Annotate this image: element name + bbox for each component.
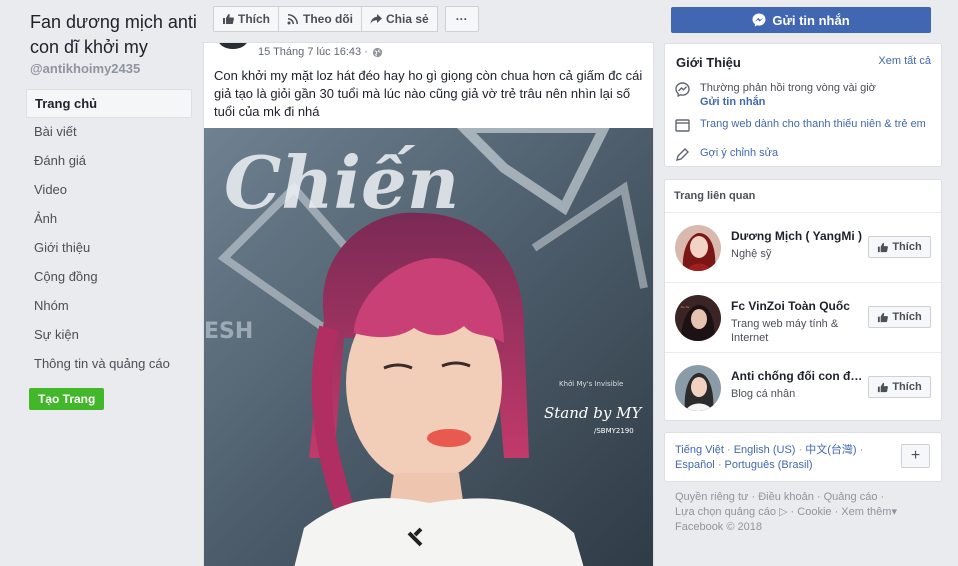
footer-link[interactable]: Cookie	[797, 506, 831, 518]
related-page-item: Anti chống đối con điên Blog cá nhân Thí…	[665, 352, 941, 422]
related-like-button[interactable]: Thích	[868, 236, 931, 258]
related-like-label: Thích	[892, 311, 922, 323]
suggest-edit-row: Gợi ý chỉnh sửa	[675, 147, 778, 162]
photo-sign-text: Chiến	[224, 140, 459, 225]
post-time-text: 15 Tháng 7 lúc 16:43 ·	[258, 46, 368, 58]
page-nav: Trang chủ Bài viết Đánh giá Video Ảnh Gi…	[26, 89, 192, 379]
footer-link[interactable]: Xem thêm	[841, 506, 891, 518]
nav-item-community[interactable]: Cộng đồng	[26, 263, 192, 292]
related-like-button[interactable]: Thích	[868, 376, 931, 398]
related-page-name[interactable]: Dương Mịch ( YangMi )	[731, 229, 863, 243]
ad-choices-icon: ▷	[779, 506, 788, 518]
related-pages-title: Trang liên quan	[674, 190, 756, 202]
nav-item-photos[interactable]: Ảnh	[26, 205, 192, 234]
thumbs-up-icon	[878, 382, 889, 392]
nav-item-groups[interactable]: Nhóm	[26, 292, 192, 321]
related-page-item: Dương Mịch ( YangMi ) Nghệ sỹ Thích	[665, 212, 941, 282]
nav-item-posts[interactable]: Bài viết	[26, 118, 192, 147]
watermark-small-text: Khởi My's Invisible	[559, 380, 623, 388]
response-time-text: Thường phản hồi trong vòng vài giờ	[700, 82, 876, 94]
related-page-avatar[interactable]	[675, 225, 721, 271]
pencil-icon	[676, 148, 689, 161]
about-title: Giới Thiệu	[676, 55, 741, 70]
footer-link[interactable]: Quyền riêng tư	[675, 491, 748, 503]
watermark-handle-text: /SBMY2190	[594, 427, 634, 435]
related-pages-card: Trang liên quan Dương Mịch ( YangMi ) Ng…	[664, 179, 942, 421]
footer-link[interactable]: Điều khoản	[758, 491, 814, 503]
follow-label: Theo dõi	[303, 12, 353, 26]
post-avatar[interactable]	[218, 43, 248, 49]
category-row: Trang web dành cho thanh thiếu niên & tr…	[675, 118, 926, 133]
photo-side-text: ESH	[204, 319, 253, 344]
page-category-link[interactable]: Trang web dành cho thanh thiếu niên & tr…	[700, 118, 926, 133]
nav-item-home[interactable]: Trang chủ	[26, 89, 192, 118]
create-page-button[interactable]: Tạo Trang	[29, 388, 105, 410]
post-text: Con khởi my mặt loz hát đéo hay ho gì gi…	[214, 68, 643, 119]
nav-item-reviews[interactable]: Đánh giá	[26, 147, 192, 176]
about-send-message-link[interactable]: Gửi tin nhắn	[700, 96, 876, 108]
language-card: Tiếng Việt · English (US) · 中文(台灣) · Esp…	[664, 432, 942, 482]
rss-icon	[287, 14, 298, 25]
language-link[interactable]: Português (Brasil)	[725, 459, 813, 471]
related-page-category: Blog cá nhân	[731, 388, 796, 400]
related-page-name[interactable]: Anti chống đối con điên	[731, 369, 863, 383]
related-page-category: Trang web máy tính & Internet	[731, 318, 839, 344]
see-all-link[interactable]: Xem tất cả	[878, 55, 931, 67]
nav-item-events[interactable]: Sự kiện	[26, 321, 192, 350]
globe-icon	[372, 47, 382, 57]
nav-item-videos[interactable]: Video	[26, 176, 192, 205]
related-like-button[interactable]: Thích	[868, 306, 931, 328]
language-link[interactable]: Tiếng Việt	[675, 444, 724, 456]
svg-text:~~: ~~	[680, 304, 690, 311]
language-link[interactable]: Español	[675, 459, 715, 471]
nav-item-about[interactable]: Giới thiệu	[26, 234, 192, 263]
like-page-button[interactable]: Thích	[213, 6, 279, 32]
browser-window-icon	[675, 119, 690, 132]
related-like-label: Thích	[892, 381, 922, 393]
like-page-label: Thích	[238, 12, 270, 26]
messenger-icon	[752, 13, 766, 27]
share-button[interactable]: Chia sẻ	[361, 6, 438, 32]
footer-link[interactable]: Quảng cáo	[824, 491, 878, 503]
about-card: Giới Thiệu Xem tất cả Thường phản hồi tr…	[664, 43, 942, 167]
share-arrow-icon	[370, 14, 382, 24]
messenger-outline-icon	[675, 82, 690, 97]
add-language-button[interactable]: +	[901, 444, 930, 468]
language-link[interactable]: English (US)	[734, 444, 796, 456]
related-page-item: ~~ Fc VinZoi Toàn Quốc Trang web máy tín…	[665, 282, 941, 352]
left-sidebar: Fan dương mịch anti con dĩ khởi my @anti…	[0, 0, 200, 566]
post-timestamp[interactable]: 15 Tháng 7 lúc 16:43 ·	[258, 46, 383, 58]
thumbs-up-icon	[878, 312, 889, 322]
nav-item-info-ads[interactable]: Thông tin và quảng cáo	[26, 350, 192, 379]
send-message-button[interactable]: Gửi tin nhắn	[671, 7, 931, 33]
thumbs-up-icon	[878, 242, 889, 252]
related-page-avatar[interactable]: ~~	[675, 295, 721, 341]
copyright-text: Facebook © 2018	[675, 521, 762, 533]
response-row: Thường phản hồi trong vòng vài giờ Gửi t…	[675, 82, 876, 108]
language-link[interactable]: 中文(台灣)	[805, 444, 856, 456]
page-action-bar: Thích Theo dõi Chia sẻ ···	[213, 6, 479, 32]
related-page-name[interactable]: Fc VinZoi Toàn Quốc	[731, 299, 863, 313]
related-page-category: Nghệ sỹ	[731, 248, 772, 260]
thumbs-up-icon	[223, 14, 234, 24]
post-card: 15 Tháng 7 lúc 16:43 · Con khởi my mặt l…	[203, 42, 654, 566]
follow-button[interactable]: Theo dõi	[278, 6, 362, 32]
related-page-avatar[interactable]	[675, 365, 721, 411]
more-options-button[interactable]: ···	[444, 6, 479, 32]
related-like-label: Thích	[892, 241, 922, 253]
send-message-label: Gửi tin nhắn	[772, 12, 850, 28]
page-title[interactable]: Fan dương mịch anti con dĩ khởi my	[30, 10, 200, 60]
post-photo-illustration: Chiến ESH Khởi My's Invisible Stand by M…	[204, 128, 653, 566]
language-list: Tiếng Việt · English (US) · 中文(台灣) · Esp…	[675, 444, 864, 471]
watermark-text: Stand by MY	[544, 404, 643, 422]
post-photo[interactable]: Chiến ESH Khởi My's Invisible Stand by M…	[204, 128, 653, 566]
share-label: Chia sẻ	[386, 12, 429, 26]
footer: Quyền riêng tư · Điều khoản · Quảng cáo …	[675, 491, 897, 533]
suggest-edit-link[interactable]: Gợi ý chỉnh sửa	[700, 147, 778, 162]
footer-link[interactable]: Lựa chọn quảng cáo	[675, 506, 776, 518]
page-handle[interactable]: @antikhoimy2435	[30, 61, 140, 76]
more-caret-icon: ▾	[891, 506, 897, 518]
